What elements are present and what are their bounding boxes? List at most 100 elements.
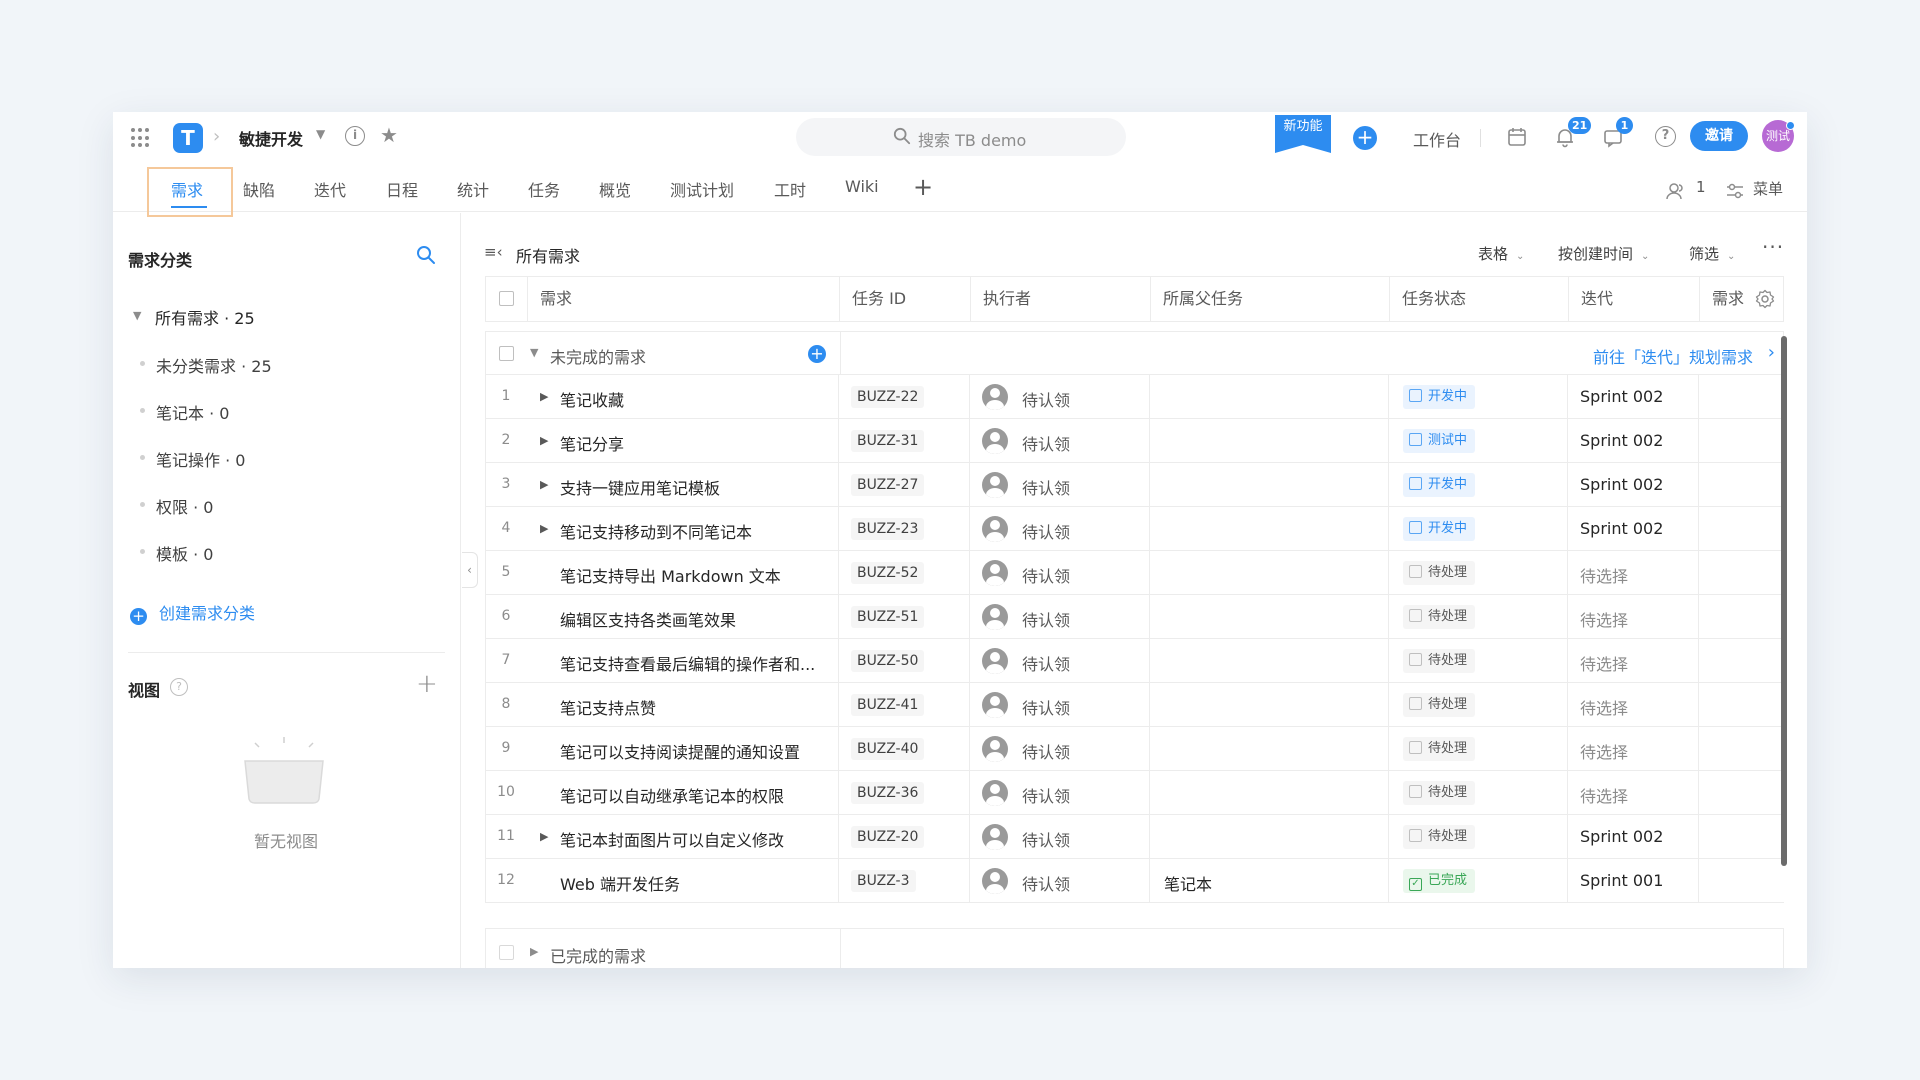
iteration-cell[interactable]: 待选择 (1568, 551, 1699, 594)
task-id-tag[interactable]: BUZZ-41 (851, 694, 925, 716)
task-id-tag[interactable]: BUZZ-22 (851, 386, 925, 408)
app-logo-icon[interactable]: T (173, 123, 203, 153)
col-header-assignee[interactable]: 执行者 (971, 277, 1151, 321)
parent-cell[interactable] (1150, 375, 1389, 418)
group-caret-down-icon[interactable]: ▼ (530, 346, 538, 359)
group-caret-right-icon[interactable]: ▶ (530, 945, 538, 958)
add-plus-icon[interactable]: + (1353, 126, 1377, 150)
assignee-cell[interactable]: 待认领 (970, 507, 1150, 550)
help-icon[interactable]: ? (170, 678, 188, 696)
assignee-cell[interactable]: 待认领 (970, 683, 1150, 726)
members-icon[interactable] (1666, 181, 1686, 201)
chevron-right-icon[interactable]: › (1768, 342, 1775, 363)
add-requirement-plus-icon[interactable]: + (808, 345, 826, 363)
assignee-cell[interactable]: 待认领 (970, 551, 1150, 594)
status-cell[interactable]: 待处理 (1389, 727, 1568, 770)
assignee-cell[interactable]: 待认领 (970, 463, 1150, 506)
task-id-tag[interactable]: BUZZ-52 (851, 562, 925, 584)
status-badge[interactable]: 开发中 (1403, 517, 1476, 541)
search-input[interactable]: 搜索 TB demo (796, 118, 1126, 156)
status-cell[interactable]: 待处理 (1389, 683, 1568, 726)
plan-iteration-link[interactable]: 前往「迭代」规划需求 (1593, 344, 1753, 368)
invite-button[interactable]: 邀请 (1690, 121, 1748, 151)
sidebar-item-uncategorized[interactable]: 未分类需求 · 25 (140, 353, 272, 377)
members-count[interactable]: 1 (1696, 178, 1706, 196)
assignee-cell[interactable]: 待认领 (970, 419, 1150, 462)
tab-statistics[interactable]: 统计 (457, 177, 489, 201)
requirement-title[interactable]: 笔记支持点赞 (560, 695, 830, 719)
parent-cell[interactable] (1150, 595, 1389, 638)
expand-caret-icon[interactable]: ▶ (540, 830, 548, 843)
tab-defects[interactable]: 缺陷 (243, 177, 275, 201)
more-options-icon[interactable]: ··· (1762, 235, 1784, 259)
parent-cell[interactable] (1150, 683, 1389, 726)
status-cell[interactable]: 测试中 (1389, 419, 1568, 462)
table-row[interactable]: 4 ▶ 笔记支持移动到不同笔记本 BUZZ-23 待认领 开发中 Sprint 002 (485, 507, 1784, 551)
table-scrollbar[interactable] (1781, 336, 1787, 866)
new-feature-ribbon[interactable]: 新功能 (1275, 115, 1331, 153)
table-row[interactable]: 10 笔记可以自动继承笔记本的权限 BUZZ-36 待认领 待处理 待选择 (485, 771, 1784, 815)
iteration-cell[interactable]: 待选择 (1568, 683, 1699, 726)
assignee-cell[interactable]: 待认领 (970, 771, 1150, 814)
sidebar-item-all[interactable]: 所有需求 · 25 (155, 305, 255, 329)
col-header-title[interactable]: 需求 (528, 277, 840, 321)
workbench-link[interactable]: 工作台 (1413, 127, 1461, 151)
iteration-cell[interactable]: Sprint 002 (1568, 419, 1699, 462)
status-badge[interactable]: 待处理 (1403, 649, 1476, 673)
task-id-tag[interactable]: BUZZ-40 (851, 738, 925, 760)
task-id-tag[interactable]: BUZZ-51 (851, 606, 925, 628)
status-badge[interactable]: 待处理 (1403, 825, 1476, 849)
status-badge[interactable]: 开发中 (1403, 473, 1476, 497)
assignee-cell[interactable]: 待认领 (970, 595, 1150, 638)
table-row[interactable]: 12 Web 端开发任务 BUZZ-3 待认领 笔记本 ✓ 已完成 Sprint 001 (485, 859, 1784, 903)
gear-icon[interactable] (1755, 289, 1775, 309)
status-badge[interactable]: 待处理 (1403, 737, 1476, 761)
status-cell[interactable]: 待处理 (1389, 771, 1568, 814)
group-checkbox[interactable] (499, 346, 514, 361)
sidebar-item-note-ops[interactable]: 笔记操作 · 0 (139, 447, 245, 471)
assignee-cell[interactable]: 待认领 (970, 859, 1150, 902)
add-tab-plus-icon[interactable]: + (913, 173, 933, 201)
assignee-cell[interactable]: 待认领 (970, 815, 1150, 858)
table-row[interactable]: 2 ▶ 笔记分享 BUZZ-31 待认领 测试中 Sprint 002 (485, 419, 1784, 463)
parent-cell[interactable] (1150, 419, 1389, 462)
status-cell[interactable]: ✓ 已完成 (1389, 859, 1568, 902)
task-id-tag[interactable]: BUZZ-20 (851, 826, 925, 848)
status-badge[interactable]: 开发中 (1403, 385, 1476, 409)
select-all-checkbox[interactable] (499, 291, 514, 306)
tab-schedule[interactable]: 日程 (386, 177, 418, 201)
iteration-cell[interactable]: Sprint 001 (1568, 859, 1699, 902)
requirement-title[interactable]: 笔记收藏 (560, 387, 830, 411)
assignee-cell[interactable]: 待认领 (970, 375, 1150, 418)
star-icon[interactable]: ★ (380, 123, 398, 147)
requirement-title[interactable]: 笔记可以自动继承笔记本的权限 (560, 783, 830, 807)
table-row[interactable]: 1 ▶ 笔记收藏 BUZZ-22 待认领 开发中 Sprint 002 (485, 375, 1784, 419)
expand-caret-icon[interactable]: ▶ (540, 478, 548, 491)
task-id-tag[interactable]: BUZZ-27 (851, 474, 925, 496)
col-header-parent[interactable]: 所属父任务 (1151, 277, 1390, 321)
expand-caret-icon[interactable]: ▶ (540, 522, 548, 535)
group-checkbox[interactable] (499, 945, 514, 960)
assignee-cell[interactable]: 待认领 (970, 639, 1150, 682)
status-cell[interactable]: 待处理 (1389, 815, 1568, 858)
parent-cell[interactable] (1150, 507, 1389, 550)
iteration-cell[interactable]: 待选择 (1568, 727, 1699, 770)
requirement-title[interactable]: 支持一键应用笔记模板 (560, 475, 830, 499)
status-cell[interactable]: 待处理 (1389, 595, 1568, 638)
status-badge[interactable]: 测试中 (1403, 429, 1476, 453)
table-row[interactable]: 11 ▶ 笔记本封面图片可以自定义修改 BUZZ-20 待认领 待处理 Sprint 002 (485, 815, 1784, 859)
status-badge[interactable]: ✓ 已完成 (1403, 869, 1476, 893)
iteration-cell[interactable]: Sprint 002 (1568, 375, 1699, 418)
filter-dropdown[interactable]: 筛选 ⌄ (1689, 243, 1735, 264)
parent-cell[interactable] (1150, 463, 1389, 506)
status-badge[interactable]: 待处理 (1403, 605, 1476, 629)
status-cell[interactable]: 开发中 (1389, 463, 1568, 506)
iteration-cell[interactable]: 待选择 (1568, 595, 1699, 638)
status-badge[interactable]: 待处理 (1403, 561, 1476, 585)
status-badge[interactable]: 待处理 (1403, 693, 1476, 717)
table-row[interactable]: 5 笔记支持导出 Markdown 文本 BUZZ-52 待认领 待处理 待选择 (485, 551, 1784, 595)
tab-tasks[interactable]: 任务 (528, 177, 560, 201)
status-cell[interactable]: 待处理 (1389, 551, 1568, 594)
menu-sliders-icon[interactable] (1725, 181, 1745, 201)
parent-cell[interactable] (1150, 815, 1389, 858)
